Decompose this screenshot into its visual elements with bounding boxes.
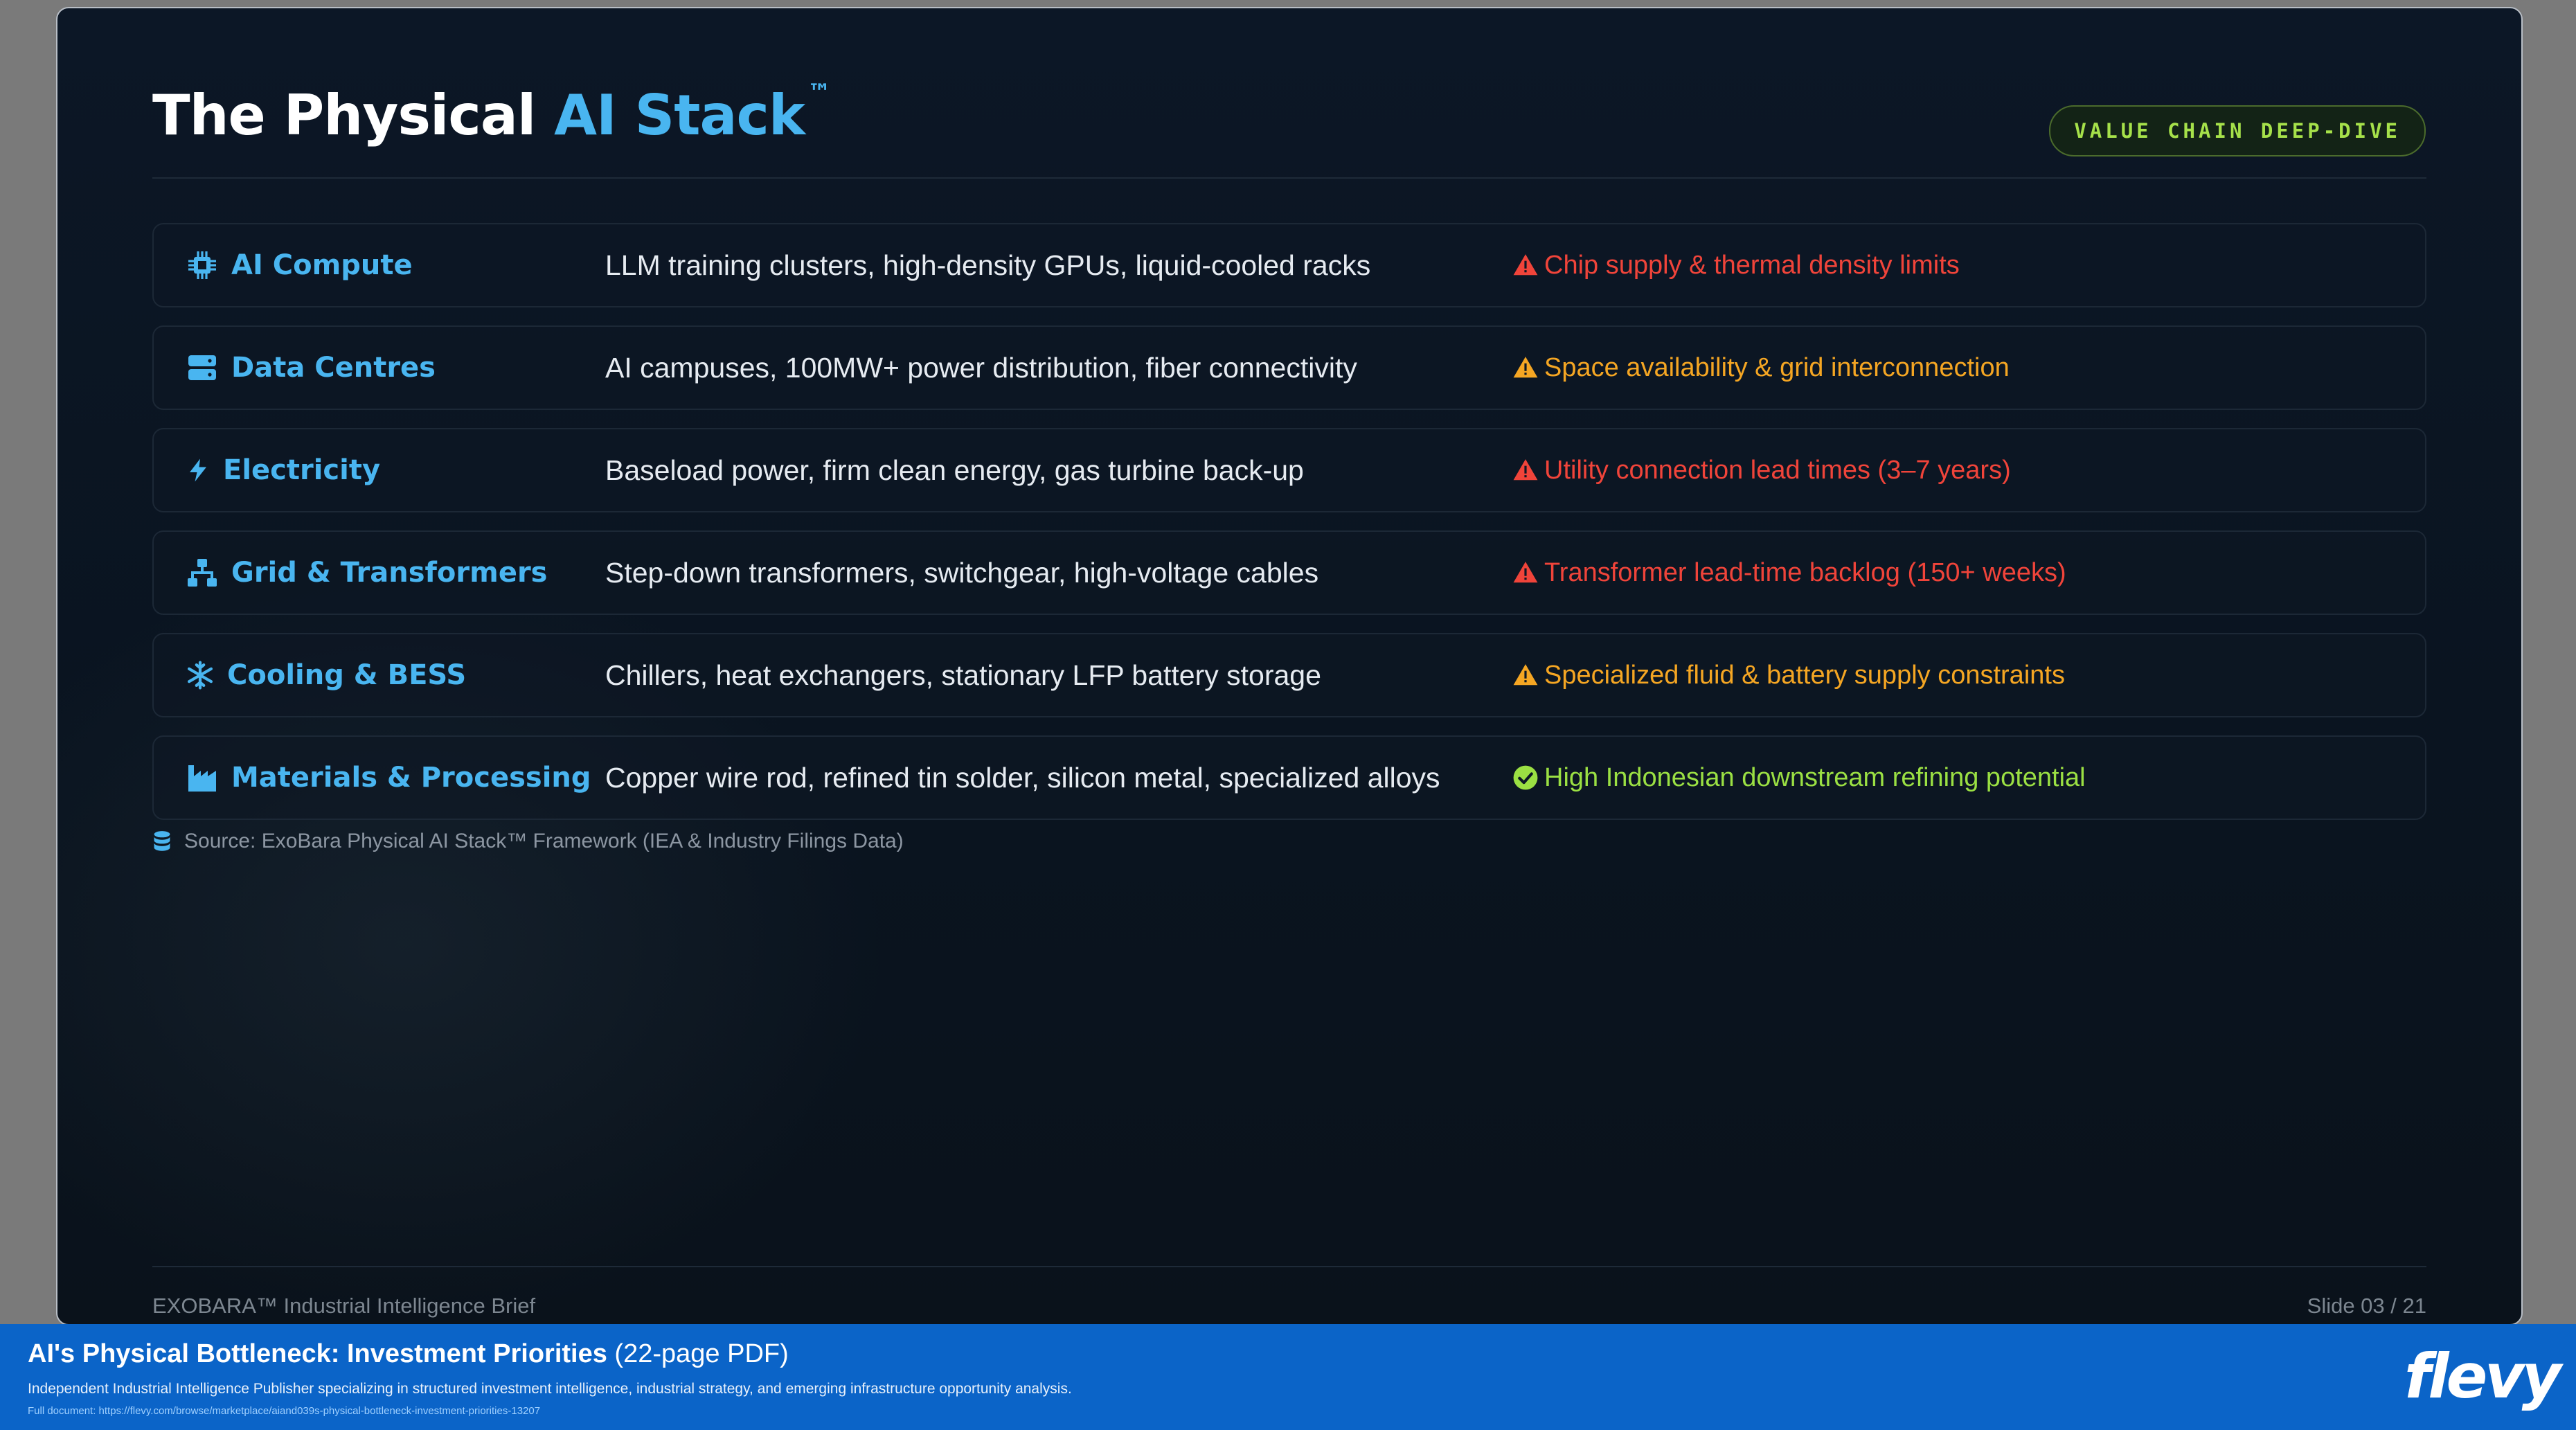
category-cell: Materials & Processing: [186, 737, 591, 819]
snowflake-icon: [187, 661, 213, 690]
stack-table: AI Compute LLM training clusters, high-d…: [152, 223, 2426, 838]
slide: The Physical AI Stack ™ VALUE CHAIN DEEP-…: [56, 7, 2523, 1325]
stack-row-cooling-bess: Cooling & BESS Chillers, heat exchangers…: [152, 633, 2426, 717]
description-cell: AI campuses, 100MW+ power distribution, …: [605, 351, 1357, 384]
risk-label: High Indonesian downstream refining pote…: [1544, 762, 2086, 792]
banner-title[interactable]: AI's Physical Bottleneck: Investment Pri…: [28, 1339, 789, 1369]
risk-cell: Utility connection lead times (3–7 years…: [1512, 429, 2011, 511]
stack-row-grid-transformers: Grid & Transformers Step-down transforme…: [152, 530, 2426, 615]
server-icon: [188, 355, 216, 380]
risk-cell: High Indonesian downstream refining pote…: [1512, 737, 2086, 819]
category-cell: Grid & Transformers: [186, 532, 547, 614]
warning-triangle-icon: [1513, 664, 1538, 686]
category-cell: AI Compute: [186, 224, 413, 306]
category-label: Cooling & BESS: [227, 659, 467, 691]
category-label: Electricity: [223, 454, 381, 486]
stack-row-ai-compute: AI Compute LLM training clusters, high-d…: [152, 223, 2426, 307]
slide-title: The Physical AI Stack ™: [152, 79, 831, 148]
risk-cell: Chip supply & thermal density limits: [1512, 224, 1960, 306]
value-chain-badge: VALUE CHAIN DEEP-DIVE: [2049, 105, 2426, 157]
stack-row-electricity: Electricity Baseload power, firm clean e…: [152, 428, 2426, 512]
description-cell: Chillers, heat exchangers, stationary LF…: [605, 659, 1321, 691]
risk-label: Utility connection lead times (3–7 years…: [1544, 455, 2011, 485]
risk-label: Space availability & grid interconnectio…: [1544, 352, 2010, 382]
category-label: Data Centres: [231, 352, 436, 384]
network-icon: [188, 559, 217, 587]
title-divider: [152, 177, 2426, 179]
warning-triangle-icon: [1513, 459, 1538, 481]
chip-icon: [188, 251, 216, 279]
description-cell: Copper wire rod, refined tin solder, sil…: [605, 761, 1440, 794]
warning-triangle-icon: [1513, 254, 1538, 276]
banner-subtitle: Independent Industrial Intelligence Publ…: [28, 1381, 1072, 1397]
document-banner[interactable]: AI's Physical Bottleneck: Investment Pri…: [0, 1324, 2576, 1430]
source-note: Source: ExoBara Physical AI Stack™ Frame…: [152, 830, 904, 853]
stack-row-data-centres: Data Centres AI campuses, 100MW+ power d…: [152, 325, 2426, 410]
category-cell: Data Centres: [186, 327, 436, 409]
flevy-logo[interactable]: flevy: [2404, 1341, 2561, 1412]
factory-icon: [188, 765, 216, 792]
category-label: Materials & Processing: [231, 762, 591, 794]
category-cell: Electricity: [186, 429, 380, 511]
description-cell: Baseload power, firm clean energy, gas t…: [605, 454, 1304, 486]
category-cell: Cooling & BESS: [186, 634, 466, 716]
risk-label: Chip supply & thermal density limits: [1544, 250, 1960, 280]
stack-row-materials-processing: Materials & Processing Copper wire rod, …: [152, 735, 2426, 820]
warning-triangle-icon: [1513, 562, 1538, 583]
check-circle-icon: [1513, 765, 1538, 790]
title-accent: AI Stack: [554, 83, 805, 148]
risk-cell: Space availability & grid interconnectio…: [1512, 327, 2010, 409]
trademark-mark: ™: [807, 79, 831, 107]
brief-label: EXOBARA™ Industrial Intelligence Brief: [152, 1294, 536, 1318]
risk-label: Transformer lead-time backlog (150+ week…: [1544, 557, 2066, 587]
source-text: Source: ExoBara Physical AI Stack™ Frame…: [184, 830, 904, 852]
title-text: The Physical: [152, 83, 555, 148]
risk-label: Specialized fluid & battery supply const…: [1544, 660, 2065, 690]
database-icon: [154, 831, 170, 851]
warning-triangle-icon: [1513, 357, 1538, 378]
banner-document-link[interactable]: Full document: https://flevy.com/browse/…: [28, 1405, 540, 1417]
risk-cell: Specialized fluid & battery supply const…: [1512, 634, 2065, 716]
slide-number: Slide 03 / 21: [2307, 1294, 2426, 1318]
banner-title-bold: AI's Physical Bottleneck: Investment Pri…: [28, 1339, 607, 1368]
description-cell: Step-down transformers, switchgear, high…: [605, 556, 1319, 589]
banner-title-pages: (22-page PDF): [607, 1339, 789, 1368]
category-label: Grid & Transformers: [231, 557, 548, 589]
category-label: AI Compute: [231, 249, 413, 281]
risk-cell: Transformer lead-time backlog (150+ week…: [1512, 532, 2066, 614]
description-cell: LLM training clusters, high-density GPUs…: [605, 249, 1371, 281]
footer-divider: [152, 1266, 2426, 1267]
bolt-icon: [190, 458, 206, 482]
